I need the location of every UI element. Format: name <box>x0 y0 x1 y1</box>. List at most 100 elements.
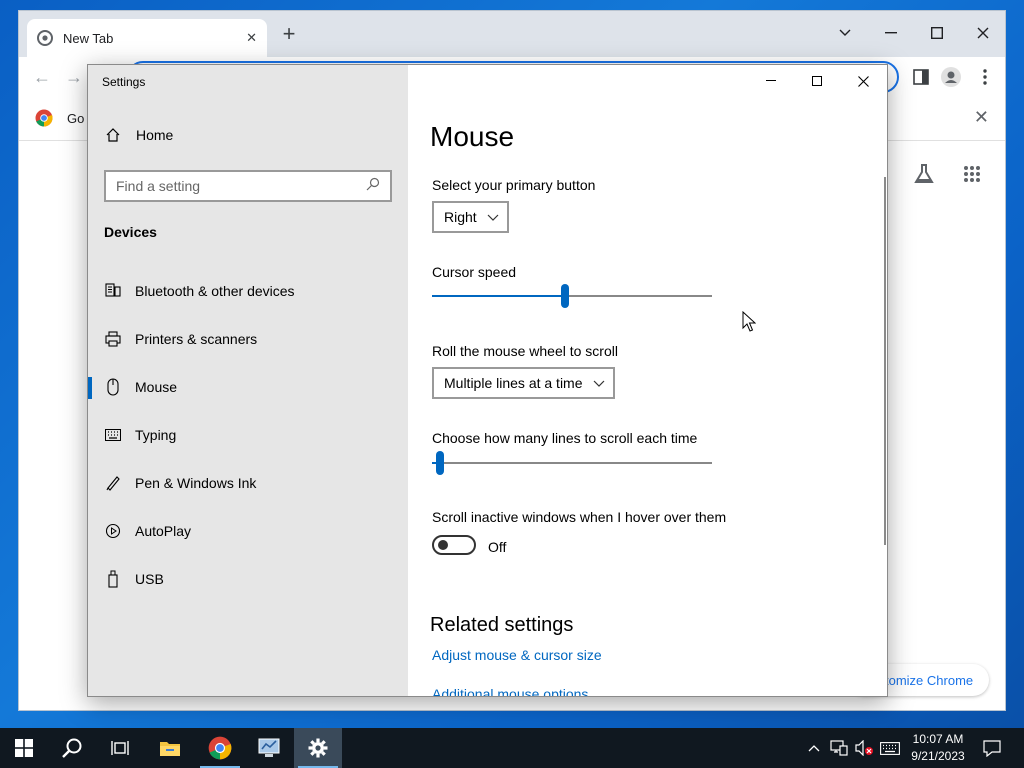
nav-item-mouse[interactable]: Mouse <box>88 363 408 411</box>
mouse-pointer-icon <box>742 311 756 332</box>
bookmark-item[interactable]: Go <box>35 109 84 127</box>
cursor-speed-label: Cursor speed <box>432 264 517 280</box>
settings-nav-pane: Settings Home Devices Bluetooth & other … <box>88 65 408 696</box>
search-icon <box>366 177 380 196</box>
settings-search-box[interactable] <box>104 170 392 202</box>
customize-chrome-label: tomize Chrome <box>885 672 974 688</box>
mouse-icon <box>104 378 122 396</box>
chrome-tab-new-tab[interactable]: New Tab ✕ <box>27 19 267 57</box>
file-explorer-button[interactable] <box>146 728 194 768</box>
start-button[interactable] <box>0 728 48 768</box>
slider-thumb[interactable] <box>436 451 445 475</box>
pen-icon <box>104 474 122 492</box>
scroll-mode-dropdown[interactable]: Multiple lines at a time <box>432 367 615 399</box>
slider-fill <box>432 295 565 297</box>
bookmark-label: Go <box>67 110 85 126</box>
settings-nav-list: Bluetooth & other devices Printers & sca… <box>88 267 408 603</box>
search-button[interactable] <box>48 728 96 768</box>
task-view-button[interactable] <box>96 728 144 768</box>
touch-keyboard-icon[interactable] <box>878 728 902 768</box>
settings-taskbar-button[interactable] <box>294 728 342 768</box>
profile-avatar-icon[interactable] <box>941 67 961 87</box>
settings-close-button[interactable] <box>840 65 886 97</box>
action-center-icon[interactable] <box>978 728 1006 768</box>
nav-home-label: Home <box>136 127 174 143</box>
tab-close-icon[interactable]: ✕ <box>246 30 257 46</box>
nav-item-typing[interactable]: Typing <box>88 411 408 459</box>
nav-item-printers[interactable]: Printers & scanners <box>88 315 408 363</box>
bluetooth-devices-icon <box>104 282 122 300</box>
nav-item-label: Printers & scanners <box>135 331 258 347</box>
back-arrow-icon[interactable]: ← <box>33 67 51 88</box>
nav-item-bluetooth[interactable]: Bluetooth & other devices <box>88 267 408 315</box>
control-panel-button[interactable] <box>245 728 293 768</box>
inactive-scroll-toggle[interactable] <box>432 535 476 555</box>
printer-icon <box>104 330 122 348</box>
labs-flask-icon[interactable] <box>911 161 937 187</box>
chrome-tabstrip: New Tab ✕ + <box>19 11 1005 57</box>
slider-track <box>432 462 712 464</box>
side-panel-icon[interactable] <box>911 67 931 87</box>
network-icon[interactable] <box>828 728 850 768</box>
scroll-lines-label: Choose how many lines to scroll each tim… <box>432 430 698 446</box>
taskbar-clock[interactable]: 10:07 AM 9/21/2023 <box>900 731 976 765</box>
windows-logo-icon <box>15 739 33 757</box>
usb-icon <box>104 570 122 588</box>
nav-item-label: Mouse <box>135 379 178 395</box>
clock-time: 10:07 AM <box>912 732 964 746</box>
chrome-maximize-button[interactable] <box>923 19 951 47</box>
scroll-mode-value: Multiple lines at a time <box>444 375 583 391</box>
chrome-taskbar-button[interactable] <box>196 728 244 768</box>
tab-search-icon[interactable] <box>831 19 859 47</box>
cursor-speed-slider[interactable] <box>432 284 712 308</box>
taskbar: 10:07 AM 9/21/2023 <box>0 728 1024 768</box>
nav-item-usb[interactable]: USB <box>88 555 408 603</box>
google-apps-icon[interactable] <box>959 161 985 187</box>
nav-item-label: USB <box>135 571 164 587</box>
scroll-lines-slider[interactable] <box>432 451 712 475</box>
adjust-mouse-cursor-link[interactable]: Adjust mouse & cursor size <box>432 647 602 663</box>
task-view-icon <box>111 741 129 755</box>
chrome-close-button[interactable] <box>969 19 997 47</box>
chevron-down-icon <box>487 214 499 221</box>
settings-window-title: Settings <box>102 75 146 89</box>
search-icon <box>62 738 82 758</box>
nav-item-label: Pen & Windows Ink <box>135 475 257 491</box>
chrome-logo-icon <box>35 109 53 127</box>
additional-mouse-options-link[interactable]: Additional mouse options <box>432 686 588 696</box>
forward-arrow-icon[interactable]: → <box>65 67 83 88</box>
volume-muted-icon[interactable] <box>852 728 876 768</box>
folder-icon <box>160 742 180 756</box>
primary-button-value: Right <box>444 209 477 225</box>
chrome-minimize-button[interactable] <box>877 19 905 47</box>
slider-thumb[interactable] <box>561 284 569 308</box>
nav-home[interactable]: Home <box>104 127 173 143</box>
new-tab-button[interactable]: + <box>277 23 301 47</box>
inactive-scroll-label: Scroll inactive windows when I hover ove… <box>432 509 727 525</box>
settings-maximize-button[interactable] <box>794 65 840 97</box>
settings-search-input[interactable] <box>116 178 366 194</box>
nav-item-label: Bluetooth & other devices <box>135 283 295 299</box>
chrome-logo-icon <box>208 736 232 760</box>
content-scrollbar[interactable] <box>884 177 886 545</box>
tray-overflow-chevron-icon[interactable] <box>804 728 824 768</box>
toggle-knob <box>438 540 448 550</box>
page-title: Mouse <box>430 121 515 152</box>
settings-content-pane: Mouse Select your primary button Right C… <box>408 65 887 696</box>
nav-item-label: Typing <box>135 427 177 443</box>
control-panel-icon <box>258 738 280 757</box>
settings-window: Settings Home Devices Bluetooth & other … <box>87 64 888 697</box>
nav-section-devices: Devices <box>104 224 157 240</box>
tab-title: New Tab <box>63 30 114 46</box>
nav-item-pen[interactable]: Pen & Windows Ink <box>88 459 408 507</box>
gear-icon <box>308 738 328 758</box>
chrome-menu-icon[interactable] <box>975 67 995 87</box>
primary-button-dropdown[interactable]: Right <box>432 201 509 233</box>
clock-date: 9/21/2023 <box>911 749 965 763</box>
bookmarks-close-icon[interactable]: ✕ <box>974 107 989 128</box>
settings-minimize-button[interactable] <box>748 65 794 97</box>
inactive-scroll-state: Off <box>488 539 507 555</box>
autoplay-icon <box>104 522 122 540</box>
chevron-down-icon <box>593 380 605 387</box>
nav-item-autoplay[interactable]: AutoPlay <box>88 507 408 555</box>
